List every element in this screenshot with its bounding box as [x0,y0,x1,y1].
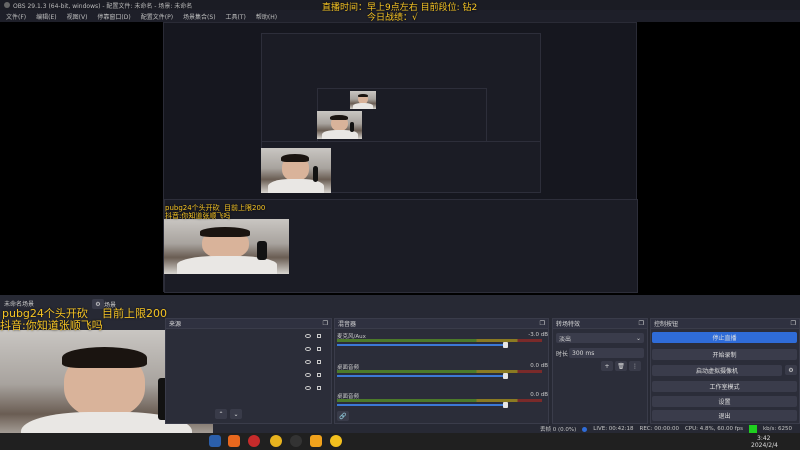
mixer-dock-header: 混音器 ❐ [335,319,548,329]
volume-fader-knob[interactable] [503,342,508,348]
stop-streaming-button[interactable]: 停止直播 [652,332,797,343]
start-recording-button[interactable]: 开始录制 [652,349,797,360]
volume-fader[interactable] [337,344,507,346]
duration-value: 300 ms [572,349,595,357]
sources-dock-header: 来源 ❐ [166,319,331,329]
mixer-channel-db: 0.0 dB [530,363,548,369]
source-lock-icon[interactable] [317,347,321,351]
overlay-limit: 目前上限200 [102,307,167,320]
dock-float-icon[interactable]: ❐ [323,320,328,327]
menu-scene-collection[interactable]: 场景集合(S) [183,12,216,21]
obs-taskbar-icon[interactable] [290,435,302,447]
mixer-channel: 桌面音频 0.0 dB [335,392,550,410]
overlay-douyin: 抖音:你知道张顺飞吗 [0,319,103,332]
chrome-icon[interactable] [270,435,282,447]
transition-select[interactable]: 淡出 ⌄ [556,333,644,343]
nested-webcam-large [261,148,331,193]
controls-dock-header: 控制按钮 ❐ [651,319,799,329]
nested-webcam-xl [164,219,289,274]
nested-webcam-small [350,91,376,109]
dock-float-icon[interactable]: ❐ [639,320,644,327]
dropped-frames: 丢帧 0 (0.0%) [540,427,577,433]
transitions-dock-header: 转场特效 ❐ [553,319,647,329]
volume-fader-knob[interactable] [503,373,508,379]
controls-title: 控制按钮 [654,321,679,328]
overlay-douyin-nested: 抖音:你知道张顺飞吗 [165,212,231,220]
source-visibility-icon[interactable] [305,347,311,351]
bitrate: kb/s: 6250 [763,426,792,432]
rec-time: REC: 00:00:00 [639,426,679,432]
menu-view[interactable]: 视图(V) [67,12,88,21]
remove-transition-button[interactable]: 🗑 [615,361,627,371]
source-visibility-icon[interactable] [305,334,311,338]
live-indicator-icon [582,426,588,432]
volume-meter [337,370,542,373]
chrome-icon[interactable] [330,435,342,447]
duration-label: 时长 [556,351,569,358]
window-title: OBS 29.1.3 (64-bit, windows) - 配置文件: 未命名… [13,2,193,10]
transition-menu-button[interactable]: ⋮ [629,361,641,371]
dock-float-icon[interactable]: ❐ [540,320,545,327]
cpu-usage: CPU: 4.8%, 60.00 fps [684,426,743,432]
settings-button[interactable]: 设置 [652,396,797,407]
add-transition-button[interactable]: + [601,361,613,371]
mixer-channel-db: 0.0 dB [530,392,548,398]
taskbar-date: 2024/2/4 [751,442,778,449]
nested-obs-capture [163,22,638,293]
menu-tools[interactable]: 工具(T) [226,12,246,21]
menu-help[interactable]: 帮助(H) [256,12,277,21]
stream-health-icon [749,425,757,433]
transition-type: 淡出 [559,335,572,343]
volume-meter [337,399,542,402]
source-lock-icon[interactable] [317,386,321,390]
nested-webcam-medium [317,111,362,139]
chevron-down-icon: ⌄ [635,334,641,342]
mixer-channel-db: -3.0 dB [528,332,548,338]
volume-fader[interactable] [337,404,507,406]
menu-file[interactable]: 文件(F) [6,12,26,21]
overlay-today-record: 今日战绩：√ [367,13,418,23]
source-lock-icon[interactable] [317,360,321,364]
source-visibility-icon[interactable] [305,373,311,377]
source-lock-icon[interactable] [317,334,321,338]
mixer-channel: 桌面音频 0.0 dB [335,363,550,381]
duration-input[interactable]: 300 ms [569,348,644,358]
menu-profile[interactable]: 配置文件(P) [141,12,173,21]
mixer-channel: 麦克风/Aux -3.0 dB [335,332,550,350]
sources-title: 来源 [169,321,182,328]
taskbar [0,433,800,450]
move-down-button[interactable]: ⌄ [230,409,242,419]
transitions-title: 转场特效 [556,321,581,328]
record-app-icon[interactable] [248,435,260,447]
obs-logo-icon [4,2,10,8]
source-visibility-icon[interactable] [305,386,311,390]
studio-mode-button[interactable]: 工作室模式 [652,381,797,392]
virtual-camera-settings-icon[interactable]: ⚙ [785,365,797,375]
dock-float-icon[interactable]: ❐ [791,320,796,327]
pubg-icon[interactable] [228,435,240,447]
virtual-camera-button[interactable]: 启动虚拟摄像机 [652,365,782,376]
move-up-button[interactable]: ⌃ [215,409,227,419]
menu-edit[interactable]: 编辑(E) [36,12,56,21]
mixer-settings-button[interactable]: 🔗 [337,411,349,421]
live-time: LIVE: 00:42:18 [593,426,634,432]
mixer-dock: 混音器 ❐ 麦克风/Aux -3.0 dB 桌面音频 0.0 dB 桌面音频 0… [334,318,549,424]
mixer-title: 混音器 [338,321,357,328]
exit-button[interactable]: 退出 [652,410,797,421]
volume-meter [337,339,542,342]
garena-icon[interactable] [310,435,322,447]
taskbar-time: 3:42 [757,435,771,442]
volume-fader-knob[interactable] [503,402,508,408]
source-visibility-icon[interactable] [305,360,311,364]
source-lock-icon[interactable] [317,373,321,377]
volume-fader[interactable] [337,375,507,377]
transitions-dock: 转场特效 ❐ 淡出 ⌄ 时长 300 ms + 🗑 ⋮ [552,318,648,424]
menu-docks[interactable]: 停靠窗口(D) [97,12,130,21]
file-explorer-icon[interactable] [209,435,221,447]
